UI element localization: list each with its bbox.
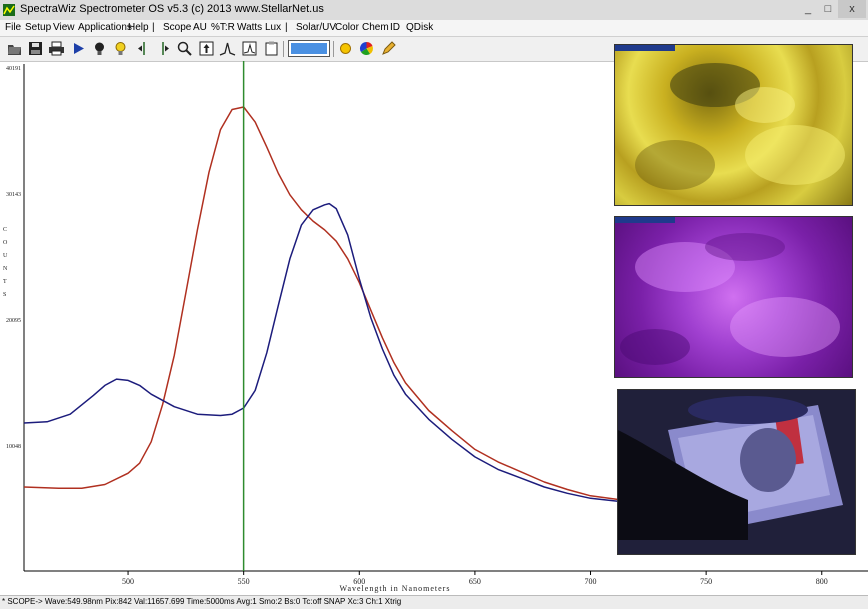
bulb-dark-icon[interactable] [91, 40, 108, 57]
save-icon[interactable] [27, 40, 44, 57]
status-text: * SCOPE-> Wave:549.98nm Pix:842 Val:1165… [2, 597, 402, 606]
menu-qdisk[interactable]: QDisk [406, 22, 433, 33]
y-tick-labels: 40191 30143 20095 10048 [6, 66, 21, 450]
menu-id[interactable]: ID [390, 22, 400, 33]
close-button[interactable]: x [838, 0, 866, 18]
x-tick-label: 800 [816, 577, 828, 586]
toolbar-separator [333, 41, 334, 57]
maximize-button[interactable]: □ [818, 0, 838, 18]
menu-help[interactable]: Help [128, 22, 149, 33]
spectrum-series-1 [23, 106, 637, 503]
status-bar: * SCOPE-> Wave:549.98nm Pix:842 Val:1165… [0, 595, 868, 609]
menu-separator: | [152, 22, 155, 33]
app-icon [3, 3, 15, 16]
fluorescence-texture [620, 233, 840, 365]
y-axis-label-letter: S [3, 292, 6, 298]
purple-fluorescence-view[interactable] [614, 216, 853, 378]
series-group [23, 106, 637, 505]
menu-watts[interactable]: Watts [237, 22, 262, 33]
baseline-icon[interactable] [241, 40, 258, 57]
zoom-icon[interactable] [176, 40, 193, 57]
menu-scope[interactable]: Scope [163, 22, 191, 33]
menu-lux[interactable]: Lux [265, 22, 281, 33]
menu-color[interactable]: Color [335, 22, 359, 33]
y-axis-label-letter: U [3, 253, 8, 259]
x-tick-label: 550 [238, 577, 250, 586]
title-bar: SpectraWiz Spectrometer OS v5.3 (c) 2013… [0, 0, 868, 21]
menu-au[interactable]: AU [193, 22, 207, 33]
menu-setup[interactable]: Setup [25, 22, 51, 33]
banknote-image [618, 390, 855, 554]
x-tick-labels: 500 550 600 650 700 750 800 [122, 571, 828, 586]
color-wheel-icon[interactable] [358, 40, 375, 57]
sun-icon[interactable] [337, 40, 354, 57]
y-axis-label-letter: N [3, 266, 8, 272]
color-swatch[interactable] [288, 40, 330, 57]
peak-icon[interactable] [219, 40, 236, 57]
spectrum-series-2 [23, 202, 637, 505]
play-icon[interactable] [70, 40, 87, 57]
scale-up-icon[interactable] [198, 40, 215, 57]
minimize-button[interactable]: _ [798, 0, 818, 18]
window-title: SpectraWiz Spectrometer OS v5.3 (c) 2013… [20, 3, 324, 15]
banknote-uv-photo[interactable] [617, 389, 856, 555]
x-tick-label: 500 [122, 577, 134, 586]
y-tick-label: 30143 [6, 192, 21, 198]
clipboard-icon[interactable] [263, 40, 280, 57]
menu-file[interactable]: File [5, 22, 21, 33]
y-tick-label: 20095 [6, 318, 21, 324]
open-icon[interactable] [6, 40, 23, 57]
cursor-right-icon[interactable] [155, 40, 172, 57]
x-axis-label: Wavelength in Nanometers [340, 584, 451, 593]
toolbar-separator [283, 41, 284, 57]
menu-bar: File Setup View Applications Help | Scop… [0, 20, 868, 37]
y-axis-label-letter: O [3, 240, 8, 246]
menu-solar-uv[interactable]: Solar/UV [296, 22, 336, 33]
y-axis-label-letter: C [3, 227, 7, 233]
y-tick-label: 40191 [6, 66, 21, 72]
menu-separator: | [285, 22, 288, 33]
menu-chem[interactable]: Chem [362, 22, 389, 33]
menu-applications[interactable]: Applications [78, 22, 132, 33]
pencil-icon[interactable] [380, 40, 397, 57]
x-tick-label: 700 [585, 577, 597, 586]
bulb-icon[interactable] [112, 40, 129, 57]
y-axis-label-letter: T [3, 279, 7, 285]
yellow-fluorescence-view[interactable] [614, 44, 853, 206]
cursor-left-icon[interactable] [135, 40, 152, 57]
print-icon[interactable] [48, 40, 65, 57]
x-tick-label: 650 [469, 577, 481, 586]
menu-view[interactable]: View [53, 22, 75, 33]
y-axis-label: C O U N T S [3, 227, 8, 298]
menu-transmission[interactable]: %T:R [211, 22, 235, 33]
fluorescence-texture [635, 63, 845, 190]
y-tick-label: 10048 [6, 444, 21, 450]
x-tick-label: 750 [700, 577, 712, 586]
